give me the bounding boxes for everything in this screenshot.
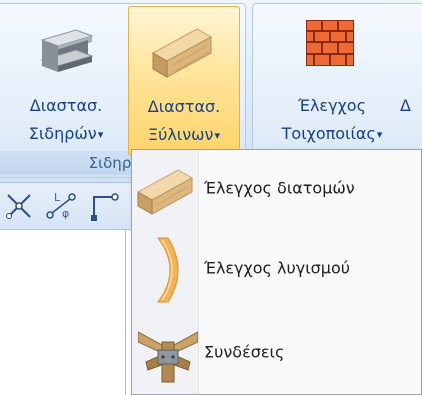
steel-button-line2: Σιδηρών: [28, 124, 97, 143]
brick-wall-icon: [306, 20, 354, 66]
chevron-down-icon[interactable]: ▾: [377, 128, 383, 141]
wood-beam-icon: [151, 28, 213, 78]
curved-beam-icon: [157, 237, 179, 303]
wood-beam-icon: [136, 169, 194, 215]
steel-beam-icon: [40, 29, 94, 72]
hook-link-icon[interactable]: [86, 189, 122, 223]
next-button-label: Δ: [400, 96, 411, 115]
svg-text:φ: φ: [62, 207, 69, 220]
masonry-button-line2: Τοιχοποιίας: [281, 124, 376, 143]
timber-sizing-button[interactable]: Διαστασ. Ξύλινων▾: [128, 6, 240, 156]
timber-dropdown-menu: Έλεγχος διατομών Έλεγχος λυγισμού Συνδέσ…: [131, 149, 422, 395]
menu-item-connections[interactable]: Συνδέσεις: [134, 314, 419, 390]
node-cross-icon[interactable]: [4, 191, 34, 221]
left-pane: [0, 230, 126, 395]
chevron-down-icon[interactable]: ▾: [98, 128, 104, 141]
menu-item-buckling-check[interactable]: Έλεγχος λυγισμού: [134, 230, 419, 306]
steel-button-line1: Διαστασ.: [29, 96, 103, 115]
steel-sizing-button[interactable]: Διαστασ. Σιδηρών▾: [6, 6, 126, 156]
next-ribbon-button[interactable]: Δ: [400, 6, 422, 156]
toolstrip: L φ: [0, 183, 132, 230]
l-phi-chain-icon[interactable]: L φ: [44, 187, 80, 223]
masonry-button-line1: Έλεγχος: [298, 96, 366, 115]
menu-item-section-check[interactable]: Έλεγχος διατομών: [134, 150, 419, 226]
menu-item-label: Συνδέσεις: [204, 342, 285, 362]
chevron-down-icon[interactable]: ▾: [215, 129, 221, 142]
timber-joint-icon: [138, 331, 198, 383]
menu-item-label: Έλεγχος λυγισμού: [204, 258, 351, 278]
masonry-check-button[interactable]: Έλεγχος Τοιχοποιίας▾: [262, 6, 402, 156]
svg-text:L: L: [54, 191, 61, 204]
timber-button-line1: Διαστασ.: [147, 97, 221, 116]
timber-button-line2: Ξύλινων: [147, 125, 214, 144]
menu-item-label: Έλεγχος διατομών: [204, 178, 355, 198]
